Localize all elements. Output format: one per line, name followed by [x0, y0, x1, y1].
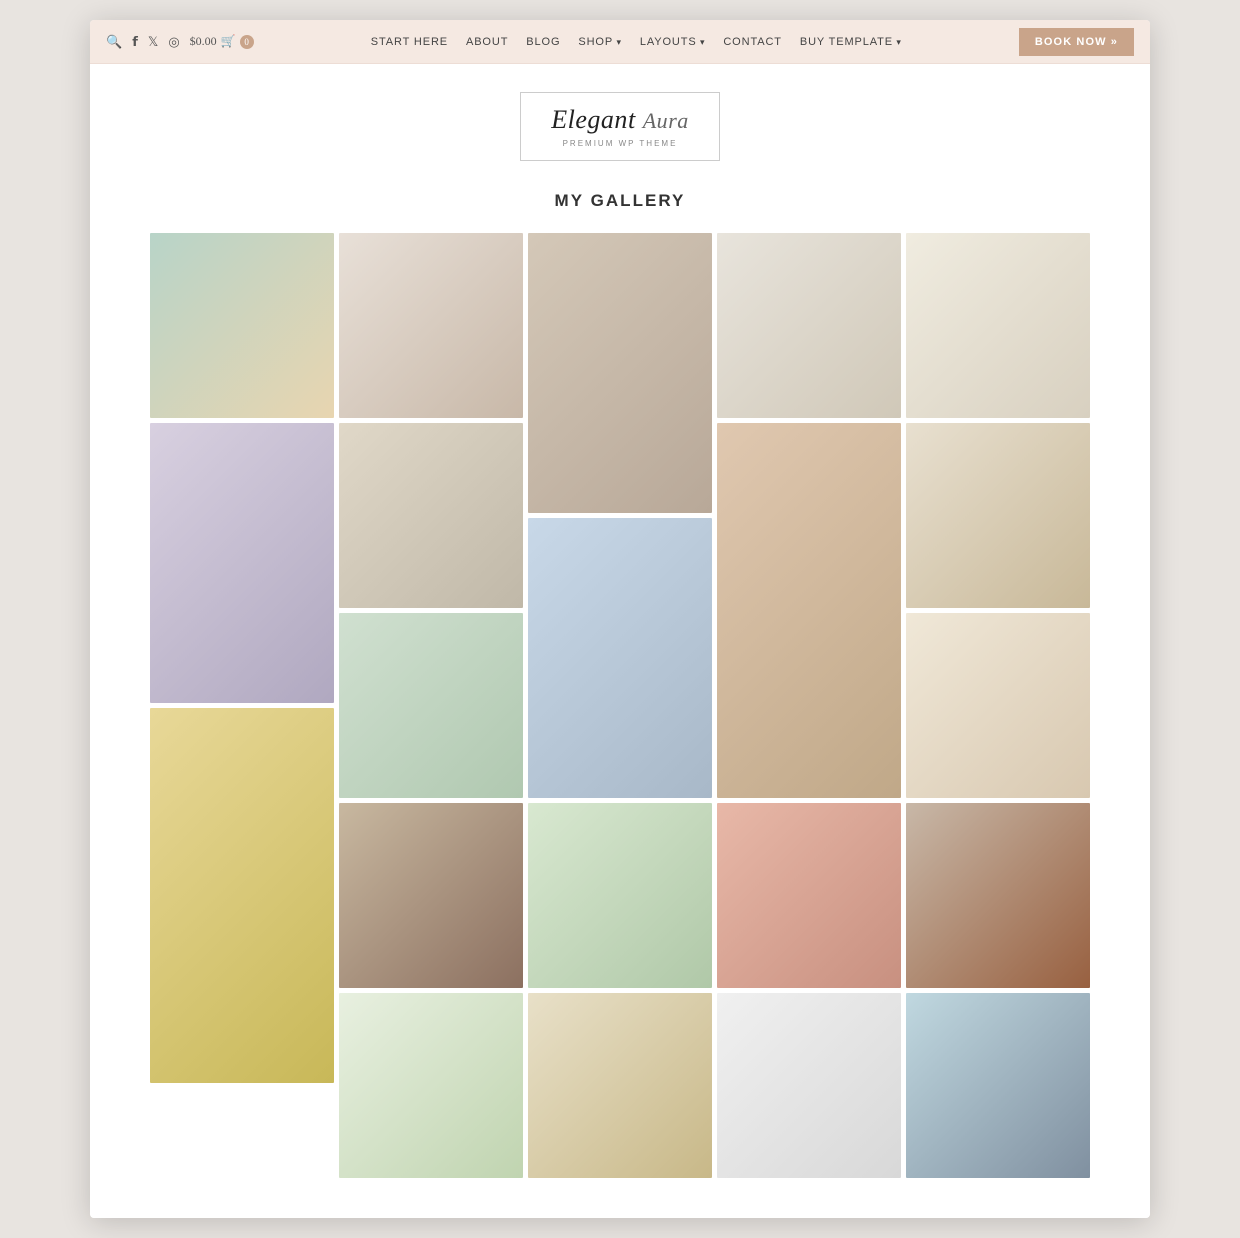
- book-now-button[interactable]: BOOK NOW »: [1019, 28, 1134, 56]
- instagram-icon[interactable]: ◎: [168, 34, 179, 50]
- cart-icon: 🛒: [221, 34, 236, 49]
- facebook-icon[interactable]: 𝗳: [132, 34, 138, 50]
- nav-blog[interactable]: BLOG: [526, 36, 560, 48]
- gallery-title: MY GALLERY: [150, 191, 1090, 211]
- gallery-item[interactable]: [906, 803, 1090, 988]
- gallery-item[interactable]: [717, 993, 901, 1178]
- main-navigation: START HERE ABOUT BLOG SHOP LAYOUTS CONTA…: [371, 36, 902, 48]
- gallery-item[interactable]: [150, 423, 334, 703]
- gallery-item[interactable]: [528, 233, 712, 513]
- logo-text: Elegant Aura: [549, 105, 691, 135]
- gallery-item[interactable]: [906, 423, 1090, 608]
- gallery-item[interactable]: [717, 423, 901, 798]
- nav-buy-template[interactable]: BUY TEMPLATE: [800, 36, 902, 48]
- gallery-item[interactable]: [717, 803, 901, 988]
- cart-price: $0.00: [190, 34, 217, 49]
- nav-shop[interactable]: SHOP: [578, 36, 621, 48]
- nav-start-here[interactable]: START HERE: [371, 36, 448, 48]
- gallery-item[interactable]: [528, 518, 712, 798]
- nav-about[interactable]: ABOUT: [466, 36, 508, 48]
- twitter-icon[interactable]: 𝕏: [148, 34, 158, 50]
- gallery-item[interactable]: [528, 993, 712, 1178]
- gallery-item[interactable]: [339, 423, 523, 608]
- gallery-item[interactable]: [717, 233, 901, 418]
- logo-area: Elegant Aura PREMIUM WP THEME: [90, 64, 1150, 181]
- logo-script: Aura: [643, 108, 689, 133]
- gallery-item[interactable]: [150, 233, 334, 418]
- cart-count: 0: [240, 35, 254, 49]
- gallery-section: MY GALLERY: [90, 181, 1150, 1218]
- logo-subtitle: PREMIUM WP THEME: [549, 139, 691, 148]
- top-navigation-bar: 🔍 𝗳 𝕏 ◎ $0.00 🛒 0 START HERE ABOUT BLOG …: [90, 20, 1150, 64]
- nav-layouts[interactable]: LAYOUTS: [640, 36, 705, 48]
- gallery-item[interactable]: [528, 803, 712, 988]
- search-icon[interactable]: 🔍: [106, 34, 122, 50]
- nav-contact[interactable]: CONTACT: [723, 36, 782, 48]
- logo-box: Elegant Aura PREMIUM WP THEME: [520, 92, 720, 161]
- gallery-item[interactable]: [150, 708, 334, 1083]
- gallery-item[interactable]: [339, 993, 523, 1178]
- gallery-grid: [150, 233, 1090, 1178]
- gallery-item[interactable]: [906, 233, 1090, 418]
- cart-widget[interactable]: $0.00 🛒 0: [190, 34, 254, 49]
- browser-window: 🔍 𝗳 𝕏 ◎ $0.00 🛒 0 START HERE ABOUT BLOG …: [90, 20, 1150, 1218]
- gallery-item[interactable]: [339, 613, 523, 798]
- gallery-item[interactable]: [339, 803, 523, 988]
- gallery-item[interactable]: [906, 613, 1090, 798]
- gallery-item[interactable]: [906, 993, 1090, 1178]
- gallery-item[interactable]: [339, 233, 523, 418]
- top-bar-left-icons: 🔍 𝗳 𝕏 ◎ $0.00 🛒 0: [106, 34, 254, 50]
